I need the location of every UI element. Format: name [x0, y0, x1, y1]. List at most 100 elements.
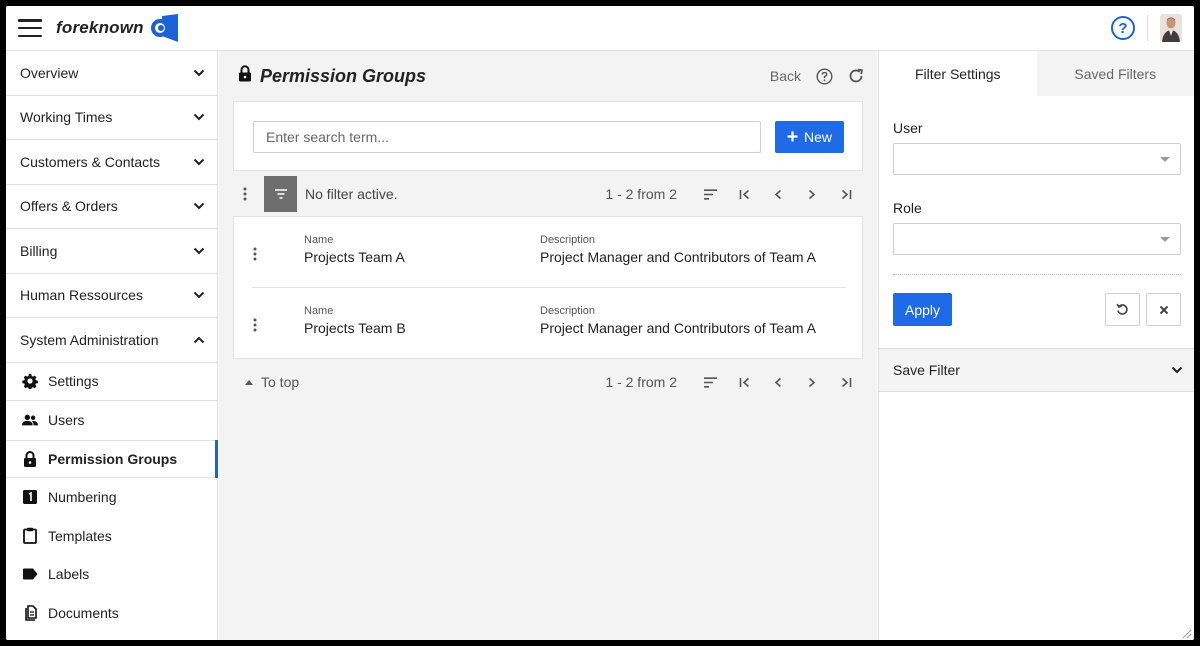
sidebar-subitem-settings[interactable]: Settings [6, 363, 217, 401]
sidebar-item-label: Customers & Contacts [20, 153, 161, 170]
filter-panel: Filter Settings Saved Filters User Role … [878, 51, 1194, 640]
users-icon [22, 412, 38, 428]
list-item[interactable]: Name Projects Team B Description Project… [234, 288, 864, 358]
pager: 1 - 2 from 2 [605, 372, 863, 392]
sort-icon[interactable] [693, 184, 727, 204]
user-select[interactable] [893, 143, 1181, 175]
name-value: Projects Team A [304, 249, 405, 265]
filter-toggle-button[interactable] [264, 176, 297, 212]
resize-handle-icon[interactable] [1180, 626, 1192, 639]
results-list: Name Projects Team A Description Project… [233, 216, 863, 359]
label-icon [22, 566, 38, 582]
pager-count: 1 - 2 from 2 [605, 186, 677, 202]
help-icon[interactable]: ? [1111, 16, 1135, 40]
sidebar-subitem-labels[interactable]: Labels [6, 555, 217, 594]
sidebar-item-working-times[interactable]: Working Times [6, 96, 217, 140]
top-bar: foreknown ? [6, 6, 1194, 51]
sidebar-subitem-label: Labels [48, 566, 90, 583]
last-page-icon[interactable] [829, 184, 863, 204]
gear-icon [22, 373, 38, 390]
more-vertical-icon[interactable] [246, 316, 264, 334]
last-page-icon[interactable] [829, 372, 863, 392]
first-page-icon[interactable] [727, 184, 761, 204]
filter-tabs: Filter Settings Saved Filters [879, 51, 1194, 96]
save-filter-section[interactable]: Save Filter [879, 348, 1194, 392]
sidebar-subitem-documents[interactable]: Documents [6, 594, 217, 633]
list-toolbar: No filter active. 1 - 2 from 2 [233, 175, 863, 213]
column-label: Description [540, 305, 596, 317]
lock-icon [22, 450, 38, 467]
back-button[interactable]: Back [770, 68, 801, 84]
filter-icon [274, 189, 287, 199]
more-vertical-icon[interactable] [246, 245, 264, 263]
app-logo-text: foreknown [56, 18, 144, 37]
sidebar-subitem-numbering[interactable]: Numbering [6, 478, 217, 517]
reset-filter-button[interactable] [1105, 293, 1140, 326]
sidebar-item-label: Offers & Orders [20, 198, 118, 215]
refresh-icon[interactable] [847, 67, 865, 85]
list-item[interactable]: Name Projects Team A Description Project… [234, 217, 864, 288]
role-select[interactable] [893, 223, 1181, 255]
divider [893, 274, 1181, 275]
avatar[interactable] [1160, 14, 1182, 42]
chevron-down-icon [193, 289, 205, 301]
menu-icon[interactable] [18, 19, 42, 37]
chevron-down-icon [1171, 364, 1183, 376]
app-window: foreknown ? Overview Working Times Custo… [6, 6, 1194, 640]
sidebar-subitem-label: Users [48, 412, 85, 429]
pager-count: 1 - 2 from 2 [605, 374, 677, 390]
to-top-label: To top [261, 374, 300, 390]
clipboard-icon [22, 528, 38, 545]
sidebar-subitem-label: Permission Groups [48, 450, 178, 467]
caret-up-icon [245, 379, 253, 385]
description-cell: Description Project Manager and Contribu… [540, 234, 816, 265]
description-value: Project Manager and Contributors of Team… [540, 249, 817, 265]
column-label: Name [304, 234, 334, 246]
new-button-label: New [803, 129, 832, 145]
filter-status: No filter active. [305, 186, 398, 202]
sidebar-subitem-templates[interactable]: Templates [6, 517, 217, 556]
user-field-label: User [893, 120, 923, 136]
sidebar-item-customers-contacts[interactable]: Customers & Contacts [6, 140, 217, 185]
role-field-label: Role [893, 200, 922, 216]
more-vertical-icon[interactable] [236, 185, 254, 203]
sidebar-item-billing[interactable]: Billing [6, 229, 217, 274]
apply-button[interactable]: Apply [893, 293, 952, 326]
pager: 1 - 2 from 2 [605, 184, 863, 204]
app-logo-icon [148, 14, 180, 42]
help-circle-icon[interactable] [815, 67, 833, 85]
name-cell: Name Projects Team B [304, 305, 406, 336]
sidebar-item-human-ressources[interactable]: Human Ressources [6, 274, 217, 318]
next-page-icon[interactable] [795, 184, 829, 204]
sidebar-subitem-users[interactable]: Users [6, 401, 217, 440]
chevron-down-icon [193, 200, 205, 212]
plus-icon [787, 129, 798, 145]
chevron-down-icon [193, 111, 205, 123]
new-button[interactable]: New [775, 121, 844, 153]
to-top-button[interactable]: To top [245, 374, 299, 390]
previous-page-icon[interactable] [761, 184, 795, 204]
chevron-down-icon [193, 156, 205, 168]
search-input[interactable] [253, 121, 761, 153]
description-value: Project Manager and Contributors of Team… [540, 320, 817, 336]
sidebar-item-system-administration[interactable]: System Administration [6, 318, 217, 363]
lock-icon [238, 65, 252, 87]
documents-icon [22, 604, 38, 621]
sidebar-subitem-label: Numbering [48, 489, 117, 506]
page-title: Permission Groups [260, 65, 427, 86]
next-page-icon[interactable] [795, 372, 829, 392]
column-label: Description [540, 234, 596, 246]
first-page-icon[interactable] [727, 372, 761, 392]
clear-filter-button[interactable] [1146, 293, 1181, 326]
chevron-down-icon [193, 245, 205, 257]
sidebar-item-overview[interactable]: Overview [6, 51, 217, 96]
previous-page-icon[interactable] [761, 372, 795, 392]
sort-icon[interactable] [693, 372, 727, 392]
chevron-down-icon [193, 67, 205, 79]
sidebar-item-offers-orders[interactable]: Offers & Orders [6, 185, 217, 229]
tab-saved-filters[interactable]: Saved Filters [1037, 51, 1195, 96]
close-icon [1159, 305, 1168, 314]
sidebar-subitem-permission-groups[interactable]: Permission Groups [6, 439, 218, 478]
sidebar-item-label: Billing [20, 242, 58, 259]
tab-filter-settings[interactable]: Filter Settings [879, 51, 1037, 96]
